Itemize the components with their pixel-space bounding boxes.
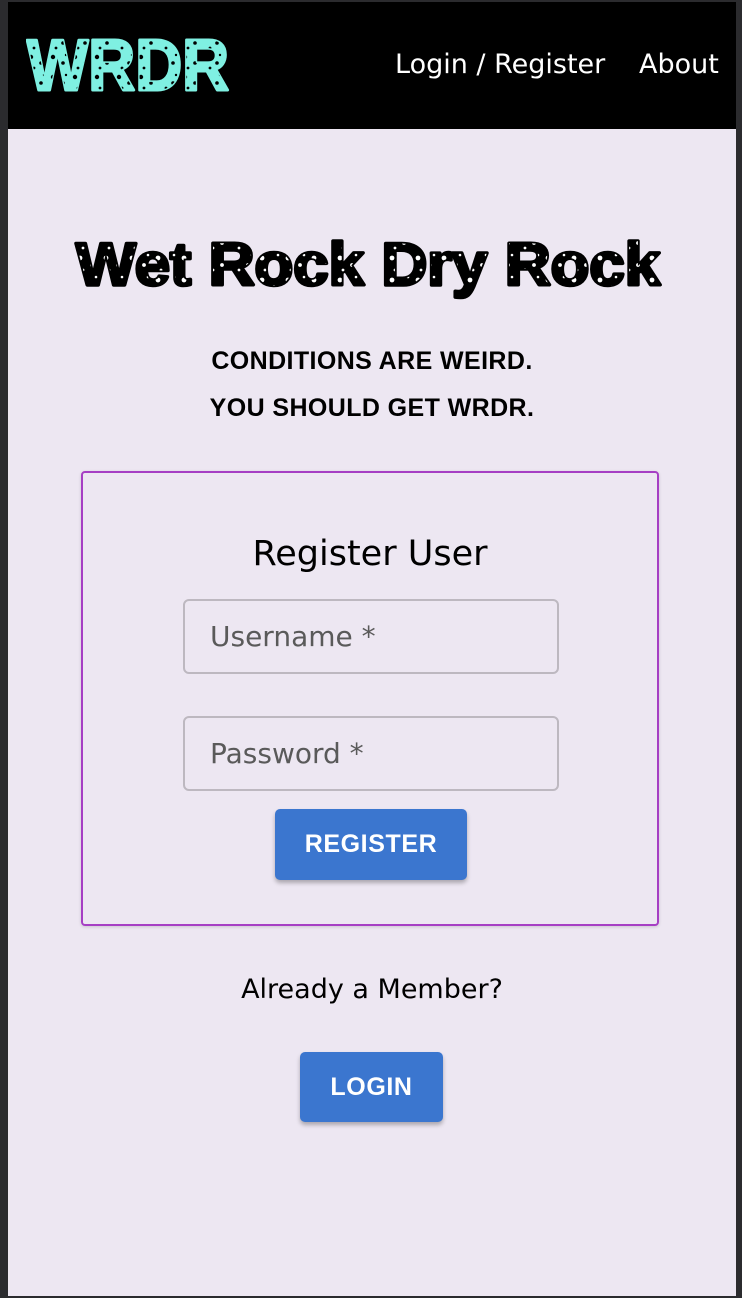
navbar: WRDR WRDR Login / Register About xyxy=(8,2,736,129)
password-input[interactable] xyxy=(183,716,559,791)
register-form-title: Register User xyxy=(252,534,488,574)
hero-title: Wet Rock Dry Rock Wet Rock Dry Rock xyxy=(74,230,662,300)
register-button[interactable]: REGISTER xyxy=(275,809,467,880)
nav-login-register-link[interactable]: Login / Register xyxy=(395,48,605,82)
svg-text:WRDR: WRDR xyxy=(27,32,229,98)
wrdr-logo[interactable]: WRDR WRDR xyxy=(26,32,232,98)
tagline-line-1: CONDITIONS ARE WEIRD. xyxy=(211,347,533,375)
login-button[interactable]: LOGIN xyxy=(300,1052,443,1122)
already-member-text: Already a Member? xyxy=(241,974,503,1005)
register-form-card: Register User REGISTER xyxy=(81,471,659,926)
browser-viewport: WRDR WRDR Login / Register About Wet Roc… xyxy=(8,2,736,1296)
svg-text:Wet Rock Dry Rock: Wet Rock Dry Rock xyxy=(76,231,661,298)
tagline-line-2: YOU SHOULD GET WRDR. xyxy=(209,394,535,422)
nav-about-link[interactable]: About xyxy=(639,48,719,82)
username-input[interactable] xyxy=(183,599,559,674)
